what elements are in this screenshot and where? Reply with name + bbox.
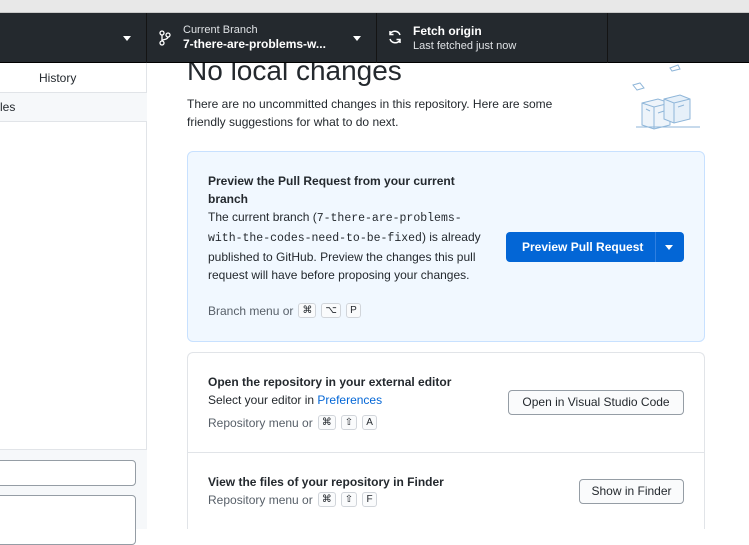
shortcut-label: Repository menu or: [208, 492, 313, 507]
changes-row-label: les: [0, 100, 16, 114]
preview-pull-request-button[interactable]: Preview Pull Request: [506, 232, 684, 262]
preview-pull-request-card: Preview the Pull Request from your curre…: [187, 151, 705, 342]
kbd-option: ⌥: [321, 303, 341, 318]
tab-history[interactable]: History: [0, 63, 147, 93]
shortcut-label: Repository menu or: [208, 415, 313, 430]
tab-history-label: History: [39, 71, 77, 85]
open-editor-card: Open the repository in your external edi…: [187, 352, 705, 453]
chevron-down-icon: [353, 36, 361, 41]
kbd-shift: ⇧: [340, 415, 358, 430]
show-in-finder-card: View the files of your repository in Fin…: [187, 452, 705, 529]
kbd-command: ⌘: [317, 415, 336, 430]
current-repository-button[interactable]: [0, 13, 147, 63]
kbd-command: ⌘: [317, 492, 336, 507]
page-title: No local changes: [187, 63, 402, 86]
kbd-key: P: [345, 303, 361, 318]
preferences-link[interactable]: Preferences: [317, 393, 382, 407]
sidebar: History les: [0, 63, 147, 545]
fetch-title: Fetch origin: [413, 24, 482, 38]
finder-shortcut: Repository menu or ⌘ ⇧ F: [208, 492, 378, 507]
git-branch-icon: [159, 30, 171, 46]
chevron-down-icon: [123, 36, 131, 41]
commit-description-input[interactable]: [0, 495, 136, 545]
commit-summary-input[interactable]: [0, 460, 136, 486]
show-in-finder-button[interactable]: Show in Finder: [579, 479, 684, 504]
shortcut-label: Branch menu or: [208, 303, 294, 318]
empty-state-illustration: [632, 64, 700, 130]
kbd-command: ⌘: [298, 303, 317, 318]
current-branch-button[interactable]: Current Branch 7-there-are-problems-w...: [147, 13, 377, 63]
editor-card-description: Select your editor in Preferences: [208, 391, 382, 409]
sync-icon: [389, 30, 401, 44]
kbd-key: A: [362, 415, 378, 430]
branch-name: 7-there-are-problems-w...: [183, 37, 326, 51]
branch-caption: Current Branch: [183, 24, 258, 36]
changes-header-row[interactable]: les: [0, 93, 147, 122]
editor-desc-prefix: Select your editor in: [208, 393, 315, 407]
main-content: No local changes There are no uncommitte…: [148, 63, 749, 529]
editor-shortcut: Repository menu or ⌘ ⇧ A: [208, 415, 378, 430]
open-in-editor-button[interactable]: Open in Visual Studio Code: [508, 390, 684, 415]
fetch-origin-button[interactable]: Fetch origin Last fetched just now: [377, 13, 608, 63]
pr-card-title: Preview the Pull Request from your curre…: [208, 174, 455, 206]
kbd-shift: ⇧: [340, 492, 358, 507]
fetch-status: Last fetched just now: [413, 40, 517, 52]
commit-message-area: [0, 449, 147, 545]
pr-shortcut: Branch menu or ⌘ ⌥ P: [208, 303, 361, 318]
editor-card-title: Open the repository in your external edi…: [208, 375, 452, 389]
app-toolbar: Current Branch 7-there-are-problems-w...…: [0, 13, 749, 63]
preview-pull-request-label: Preview Pull Request: [522, 240, 644, 254]
finder-card-title: View the files of your repository in Fin…: [208, 475, 444, 489]
kbd-key: F: [362, 492, 378, 507]
chevron-down-icon[interactable]: [665, 245, 673, 250]
pr-desc-prefix: The current branch (: [208, 210, 317, 224]
window-titlebar: [0, 0, 749, 13]
button-divider: [655, 232, 656, 262]
page-subtitle: There are no uncommitted changes in this…: [187, 97, 553, 129]
pr-card-description: The current branch (7-there-are-problems…: [208, 208, 493, 284]
